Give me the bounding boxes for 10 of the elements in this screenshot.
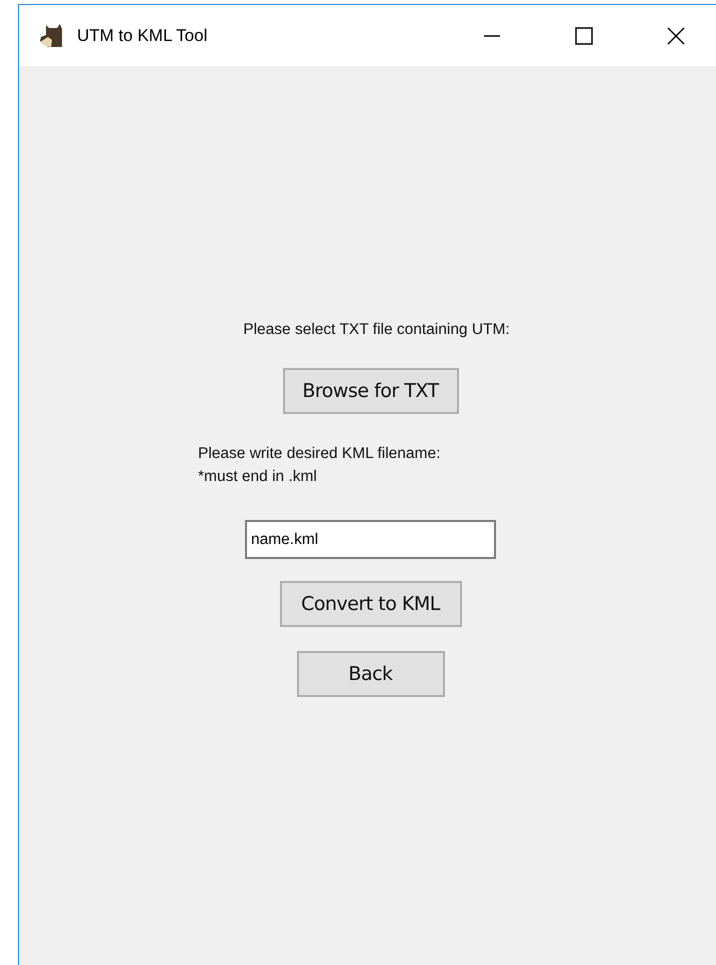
filename-label: Please write desired KML filename:: [198, 444, 442, 464]
maximize-icon[interactable]: [574, 26, 594, 46]
action-button[interactable]: Back: [296, 651, 444, 697]
action-button[interactable]: Convert to KML: [280, 581, 462, 627]
window-title: UTM to KML Tool: [77, 26, 208, 46]
close-icon[interactable]: [666, 26, 686, 46]
browse-button[interactable]: Browse for TXT: [282, 368, 458, 414]
hint-text: *must end in .kml: [198, 467, 318, 487]
instruction-text: Please select TXT file containing UTM:: [243, 321, 510, 339]
filename-field[interactable]: name.kml: [245, 520, 496, 559]
